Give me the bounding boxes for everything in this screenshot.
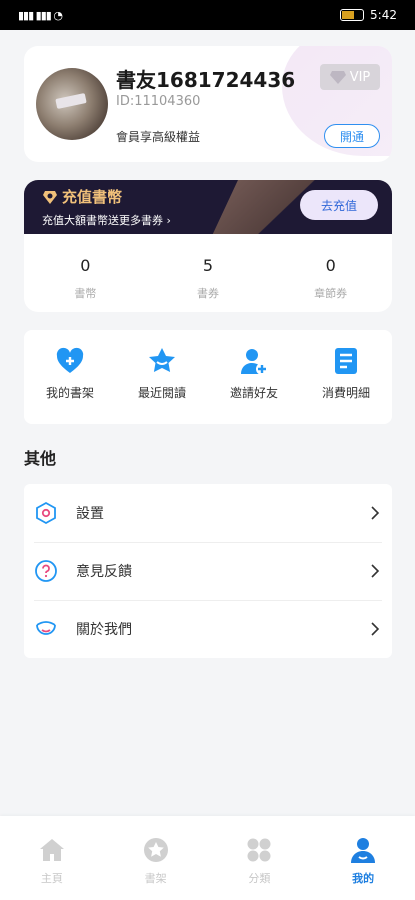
diamond-icon xyxy=(329,71,346,84)
stat-vouchers[interactable]: 5 書券 xyxy=(147,256,270,301)
shortcut-spending-details[interactable]: 消費明細 xyxy=(300,330,392,424)
star-circle-icon xyxy=(143,838,168,862)
profile-card[interactable]: 書友1681724436 ID:11104360 會員享高級權益 VIP 開通 xyxy=(24,46,392,162)
user-id: ID:11104360 xyxy=(116,94,201,109)
settings-icon xyxy=(36,501,56,525)
home-icon xyxy=(39,839,64,861)
chevron-right-icon xyxy=(371,622,380,636)
menu-item-about[interactable]: 關於我們 xyxy=(24,600,392,658)
clock: 5:42 xyxy=(370,8,397,22)
open-vip-button[interactable]: 開通 xyxy=(324,124,380,148)
other-menu: 設置 意見反饋 關於我們 xyxy=(24,484,392,658)
grid-icon xyxy=(247,838,271,862)
shortcuts-panel: 我的書架 最近閱讀 邀請好友 消費明細 xyxy=(24,330,392,424)
username: 書友1681724436 xyxy=(116,68,296,92)
chevron-right-icon xyxy=(371,564,380,578)
profile-icon xyxy=(351,838,376,863)
balance-stats: 0 書幣 5 書券 0 章節券 xyxy=(24,256,392,301)
status-right: 5:42 xyxy=(340,8,397,22)
status-bar: ▮▮▮ ▮▮▮ ◔ 5:42 xyxy=(0,0,415,30)
recharge-title: 充值書幣 xyxy=(42,186,122,207)
tab-category[interactable]: 分類 xyxy=(208,816,312,900)
bottom-tab-bar: 主頁 書架 分類 我的 xyxy=(0,816,415,900)
stat-coins[interactable]: 0 書幣 xyxy=(24,256,147,301)
member-benefits-text: 會員享高級權益 xyxy=(116,130,201,144)
shortcut-bookshelf[interactable]: 我的書架 xyxy=(24,330,116,424)
add-user-icon xyxy=(241,349,268,375)
recharge-card: 充值書幣 充值大額書幣送更多書券 › 去充值 0 書幣 5 書券 0 章節券 xyxy=(24,180,392,312)
shortcut-invite-friends[interactable]: 邀請好友 xyxy=(208,330,300,424)
menu-item-settings[interactable]: 設置 xyxy=(24,484,392,542)
battery-icon xyxy=(340,9,365,21)
smile-icon xyxy=(36,621,56,635)
question-icon xyxy=(35,560,57,582)
signal-indicators: ▮▮▮ ▮▮▮ ◔ xyxy=(18,8,63,22)
star-cup-icon xyxy=(149,348,175,372)
menu-item-feedback[interactable]: 意見反饋 xyxy=(24,542,392,600)
tab-mine[interactable]: 我的 xyxy=(311,816,415,900)
vip-badge: VIP xyxy=(320,64,380,90)
recharge-banner[interactable]: 充值書幣 充值大額書幣送更多書券 › 去充值 xyxy=(24,180,392,234)
heart-plus-icon xyxy=(56,347,84,373)
document-icon xyxy=(335,348,357,374)
chevron-right-icon xyxy=(371,506,380,520)
go-recharge-button[interactable]: 去充值 xyxy=(300,190,378,220)
stat-chapter-tickets[interactable]: 0 章節券 xyxy=(269,256,392,301)
shortcut-recent-reading[interactable]: 最近閱讀 xyxy=(116,330,208,424)
avatar[interactable] xyxy=(36,68,108,140)
tab-home[interactable]: 主頁 xyxy=(0,816,104,900)
other-section-title: 其他 xyxy=(24,449,57,468)
recharge-subtitle: 充值大額書幣送更多書券 › xyxy=(42,214,171,227)
coin-icon xyxy=(43,190,57,204)
tab-bookshelf[interactable]: 書架 xyxy=(104,816,208,900)
